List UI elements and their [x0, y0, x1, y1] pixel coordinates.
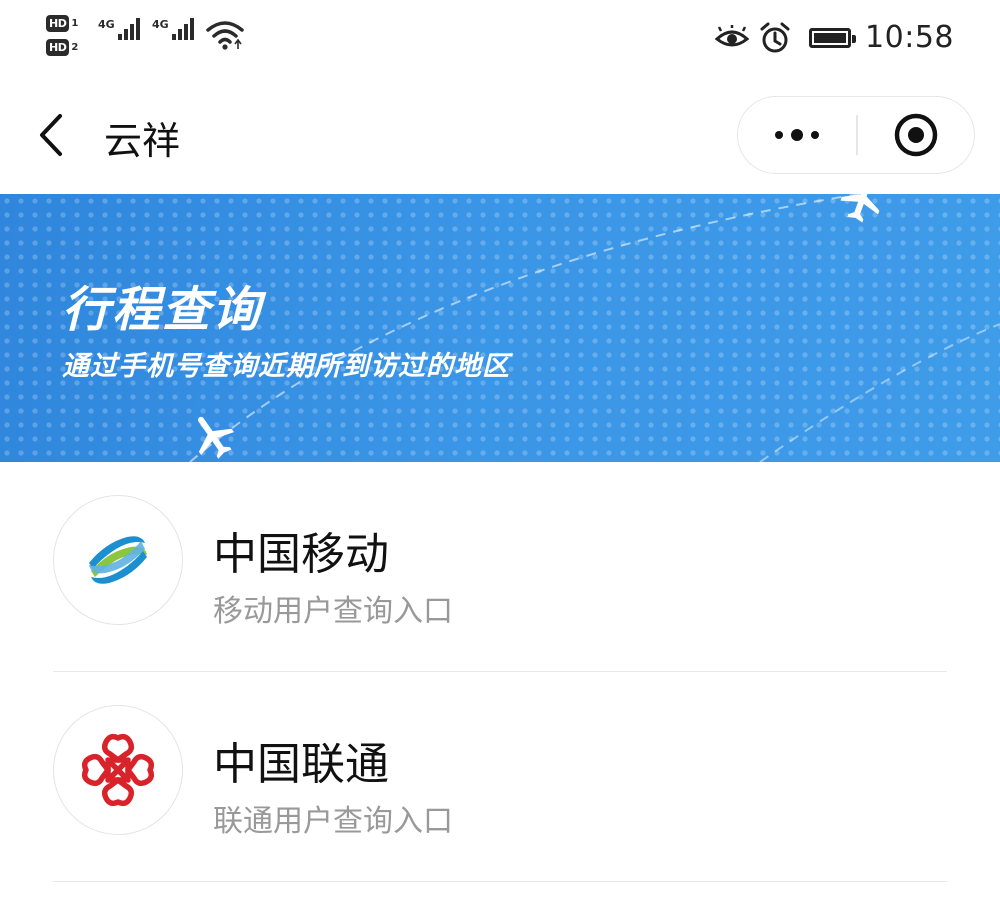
page-title: 云祥 [104, 119, 181, 163]
eye-comfort-icon [715, 24, 750, 46]
carrier-name: 中国联通 [213, 739, 389, 790]
battery-icon [809, 27, 857, 48]
chevron-left-icon [40, 114, 62, 156]
carrier-list: 中国移动 移动用户查询入口 中国联通 联通用户查询入口 [0, 462, 1000, 882]
hd-voice-indicators: HD 1 HD 2 [46, 12, 92, 60]
carrier-item-china-mobile[interactable]: 中国移动 移动用户查询入口 [0, 462, 1000, 672]
china-unicom-logo [53, 705, 183, 835]
wifi-icon [206, 21, 244, 50]
carrier-description: 移动用户查询入口 [213, 594, 453, 629]
banner-title: 行程查询 [62, 282, 263, 338]
signal-sim2-icon: 4G [152, 18, 194, 40]
signal-sim1-icon: 4G [98, 18, 140, 40]
banner-subtitle: 通过手机号查询近期所到访过的地区 [62, 351, 510, 382]
network-type-sim1: 4G [98, 18, 115, 31]
hd-badge-sim2: HD [46, 38, 70, 56]
china-unicom-logo-icon [81, 733, 155, 807]
status-time: 10:58 [865, 20, 954, 55]
network-type-sim2: 4G [152, 18, 169, 31]
airplane-icon-top [840, 194, 880, 223]
china-mobile-logo-icon [89, 536, 147, 584]
alarm-clock-icon [760, 22, 790, 52]
carrier-description: 联通用户查询入口 [213, 804, 453, 839]
capsule-menu [737, 96, 975, 174]
carrier-item-china-unicom[interactable]: 中国联通 联通用户查询入口 [0, 672, 1000, 882]
status-bar: HD 1 HD 2 4G 4G 10:58 [0, 0, 1000, 80]
target-circle-icon [894, 113, 938, 157]
mini-program-nav-bar: 云祥 [0, 80, 1000, 194]
back-button[interactable] [30, 108, 74, 162]
sim1-index: 1 [71, 17, 79, 29]
more-options-button[interactable] [738, 97, 856, 173]
more-dots-icon [775, 131, 783, 139]
sim2-index: 2 [71, 41, 79, 53]
china-mobile-logo [53, 495, 183, 625]
list-divider [53, 880, 947, 882]
hd-badge-sim1: HD [46, 14, 70, 32]
close-mini-program-button[interactable] [858, 97, 974, 173]
status-right-group: 10:58 [715, 20, 954, 55]
itinerary-banner: 行程查询 通过手机号查询近期所到访过的地区 [0, 194, 1000, 462]
airplane-icon [197, 416, 234, 459]
carrier-name: 中国移动 [213, 529, 389, 580]
